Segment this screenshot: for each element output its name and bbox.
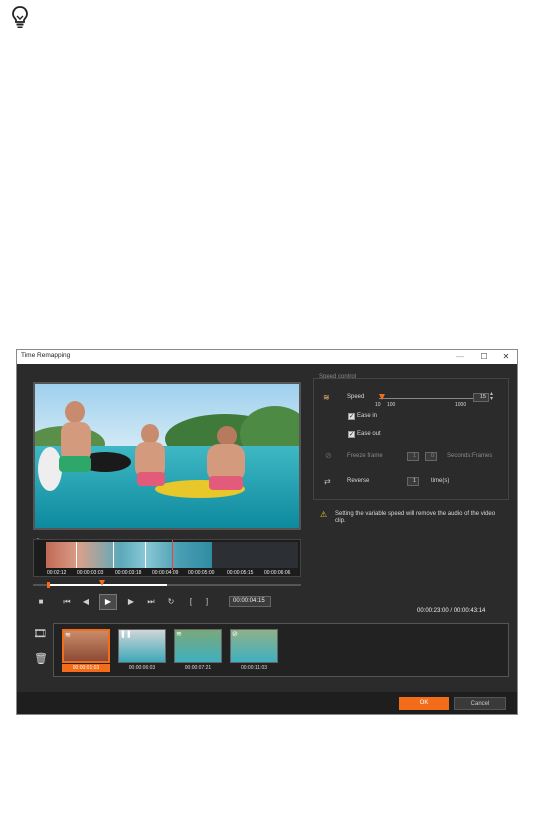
clip-thumbnail[interactable]: ⊘	[230, 629, 278, 663]
reverse-icon: ⇄	[324, 477, 331, 486]
speed-icon: ≋	[176, 631, 182, 638]
strip-thumbnails-active	[46, 542, 212, 568]
freeze-frame-icon: ⊘	[325, 451, 332, 460]
mark-out-button[interactable]: ]	[201, 596, 213, 608]
ease-out-checkbox[interactable]: ✓	[348, 431, 355, 438]
strip-timecode: 00:00:03:18	[115, 570, 142, 576]
cancel-button[interactable]: Cancel	[454, 697, 506, 710]
time-remapping-dialog: Time Remapping — ☐ ✕ 00:02:12 00:00:03:0…	[16, 349, 518, 715]
timeline-strip[interactable]: 00:02:12 00:00:03:03 00:00:03:18 00:00:0…	[33, 539, 301, 577]
strip-marker	[76, 542, 77, 568]
reverse-icon: ⊘	[232, 631, 238, 638]
strip-thumbnails-dimmed	[212, 542, 298, 568]
clip-thumbnail[interactable]: ≋	[174, 629, 222, 663]
scrub-start-marker[interactable]	[47, 582, 50, 588]
speed-value: 15	[479, 394, 486, 400]
speed-max-label: 1000	[455, 402, 467, 408]
clip-list: ≋ 00:00:01:03 ❚❚ 00:00:06:03 ≋ 00:00:07:…	[53, 623, 509, 677]
timecode-field[interactable]: 00:00:04:15	[229, 596, 271, 607]
freeze-seconds-value: 1	[412, 453, 416, 459]
home-button[interactable]: ⏮	[61, 596, 73, 608]
strip-timecode: 00:00:04:09	[152, 570, 179, 576]
close-button[interactable]: ✕	[495, 350, 517, 364]
preview-image	[25, 384, 310, 528]
clip-time: 00:00:01:03	[62, 664, 110, 672]
freeze-frame-label: Freeze frame	[347, 453, 383, 459]
freeze-frames-input[interactable]: 0	[425, 452, 437, 461]
reverse-label: Reverse	[347, 478, 370, 484]
strip-timecode: 00:00:05:15	[227, 570, 254, 576]
strip-timecode: 00:00:05:00	[188, 570, 215, 576]
speed-slider[interactable]	[379, 398, 479, 399]
freeze-seconds-input[interactable]: 1	[407, 452, 419, 461]
strip-marker	[113, 542, 114, 568]
ease-in-checkbox[interactable]: ✓	[348, 413, 355, 420]
warning-message: Setting the variable speed will remove t…	[335, 511, 496, 524]
stop-button[interactable]: ■	[35, 596, 47, 608]
speed-mid-label: 100	[387, 402, 396, 408]
speed-icon: ≋	[323, 393, 330, 402]
freeze-icon: ❚❚	[120, 631, 132, 638]
previous-frame-button[interactable]: ◀	[80, 596, 92, 608]
dialog-title: Time Remapping	[21, 352, 71, 359]
scrub-bar[interactable]	[33, 580, 301, 588]
freeze-frames-value: 0	[430, 453, 434, 459]
clip-thumbnail[interactable]: ❚❚	[118, 629, 166, 663]
strip-timecode: 00:00:03:03	[77, 570, 104, 576]
ease-in-label: Ease in	[357, 413, 378, 419]
play-button[interactable]: ▶	[99, 594, 117, 610]
scrub-range	[49, 584, 167, 586]
maximize-button[interactable]: ☐	[473, 350, 495, 364]
reverse-count-value: 1	[412, 478, 416, 484]
reverse-count-input[interactable]: 1	[407, 477, 419, 486]
clip-time: 00:00:06:03	[128, 665, 156, 671]
video-preview[interactable]	[25, 382, 310, 530]
end-button[interactable]: ⏭	[145, 596, 157, 608]
warning-icon: ⚠	[320, 510, 328, 519]
repeat-icon[interactable]: ↻	[165, 596, 177, 608]
timecode-value: 00:00:04:15	[233, 598, 265, 604]
clip-thumbnail[interactable]: ≋	[62, 629, 110, 663]
seconds-frames-label: Seconds:Frames	[447, 453, 493, 459]
speed-spin-arrows-icon[interactable]: ▴ ▾	[490, 391, 493, 402]
strip-playhead[interactable]	[172, 540, 173, 570]
duration-readout: 00:00:23:00 / 00:00:43:14	[417, 608, 486, 614]
ok-button[interactable]: OK	[399, 697, 449, 710]
minimize-button[interactable]: —	[449, 350, 471, 364]
clip-time: 00:00:07:21	[184, 665, 212, 671]
speed-label: Speed	[347, 394, 365, 400]
strip-timecode: 00:00:06:06	[264, 570, 291, 576]
strip-timecode: 00:02:12	[47, 570, 67, 576]
mark-in-button[interactable]: [	[185, 596, 197, 608]
lightbulb-tip-icon	[12, 6, 28, 28]
times-label: time(s)	[431, 478, 450, 484]
next-frame-button[interactable]: ▶	[125, 596, 137, 608]
dialog-footer: OK Cancel	[17, 692, 517, 714]
ease-out-label: Ease out	[357, 431, 381, 437]
speed-input[interactable]: 15	[473, 393, 489, 402]
speed-icon: ≋	[65, 632, 71, 639]
clip-time: 00:00:11:03	[240, 665, 268, 671]
strip-marker	[145, 542, 146, 568]
add-clip-icon[interactable]: 🎞	[33, 627, 47, 640]
trash-icon[interactable]: 🗑	[34, 652, 48, 665]
title-bar: Time Remapping — ☐ ✕	[17, 350, 517, 364]
speed-min-label: 10	[375, 402, 381, 408]
